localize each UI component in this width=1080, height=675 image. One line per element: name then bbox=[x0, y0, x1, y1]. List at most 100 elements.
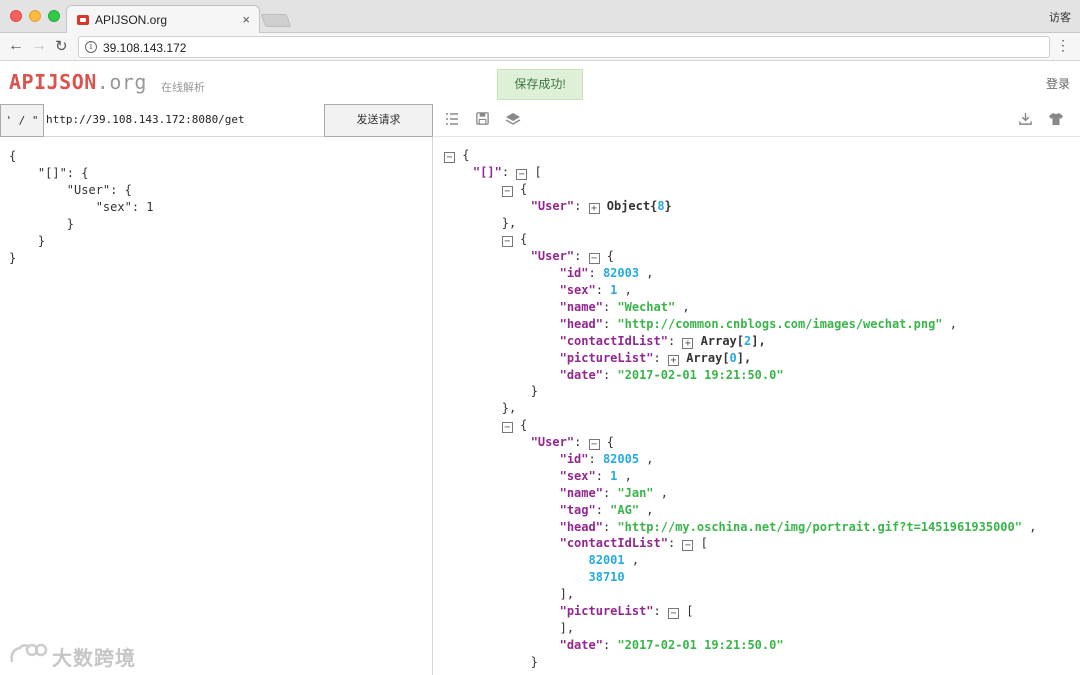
browser-titlebar: APIJSON.org × 访客 bbox=[0, 0, 1080, 34]
json-punctuation: : bbox=[588, 266, 603, 281]
watermark-logo-icon bbox=[10, 643, 48, 663]
json-summary: Object{ bbox=[599, 198, 658, 213]
sort-icon[interactable] bbox=[444, 111, 460, 130]
back-arrow-icon[interactable]: ← bbox=[8, 37, 24, 55]
request-url-input[interactable]: http://39.108.143.172:8080/get bbox=[46, 113, 245, 126]
json-summary: ], bbox=[736, 350, 752, 365]
address-url[interactable]: 39.108.143.172 bbox=[103, 41, 186, 55]
shirt-icon[interactable] bbox=[1048, 111, 1064, 130]
json-number-value: 38710 bbox=[588, 570, 625, 585]
response-line: }, bbox=[444, 215, 1036, 232]
json-punctuation: , bbox=[1021, 519, 1037, 534]
json-key: "sex" bbox=[559, 468, 596, 483]
json-number-value: 82003 bbox=[602, 266, 640, 281]
response-line: − { bbox=[444, 231, 1036, 248]
new-tab-button[interactable] bbox=[260, 14, 292, 27]
json-punctuation: : bbox=[602, 519, 618, 534]
save-icon[interactable] bbox=[475, 111, 490, 129]
request-bar: ' / " http://39.108.143.172:8080/get 发送请… bbox=[0, 104, 433, 137]
expand-toggle-icon[interactable]: + bbox=[667, 354, 679, 366]
collapse-toggle-icon[interactable]: − bbox=[667, 608, 679, 620]
json-key: "head" bbox=[559, 519, 603, 534]
response-line: "head": "http://my.oschina.net/img/portr… bbox=[444, 519, 1037, 536]
json-punctuation: ], bbox=[559, 587, 575, 602]
response-line: "[]": − [ bbox=[444, 164, 1036, 181]
response-line: "pictureList": − [ bbox=[444, 603, 1036, 620]
json-punctuation: : bbox=[602, 485, 618, 500]
forward-arrow-icon[interactable]: → bbox=[31, 37, 47, 55]
close-window-button[interactable] bbox=[10, 10, 22, 22]
quote-toggle-button[interactable]: ' / " bbox=[0, 104, 44, 137]
json-punctuation: { bbox=[599, 435, 614, 450]
json-string-value: "2017-02-01 19:21:50.0" bbox=[617, 367, 784, 382]
json-punctuation: : bbox=[602, 316, 618, 331]
collapse-toggle-icon[interactable]: − bbox=[682, 540, 694, 552]
json-punctuation: { bbox=[455, 148, 470, 162]
layers-icon[interactable] bbox=[505, 111, 521, 130]
json-number-value: 0 bbox=[729, 350, 737, 365]
site-info-icon[interactable]: i bbox=[85, 41, 97, 53]
watermark-text: 大数跨境 bbox=[52, 648, 136, 670]
browser-menu-icon[interactable]: ⋮ bbox=[1056, 37, 1070, 53]
download-icon[interactable] bbox=[1018, 111, 1033, 129]
response-line: }, bbox=[444, 400, 1036, 417]
json-summary: } bbox=[664, 198, 672, 213]
response-line: 82001 , bbox=[444, 552, 1036, 569]
json-punctuation: : bbox=[667, 333, 683, 348]
json-punctuation: { bbox=[512, 181, 528, 196]
request-json-editor[interactable]: { "[]": { "User": { "sex": 1 } } } bbox=[9, 148, 154, 267]
collapse-toggle-icon[interactable]: − bbox=[588, 253, 600, 265]
apijson-logo[interactable]: APIJSON.org bbox=[9, 70, 147, 94]
json-key: "sex" bbox=[559, 283, 596, 298]
json-punctuation: : bbox=[501, 164, 517, 179]
maximize-window-button[interactable] bbox=[48, 10, 60, 22]
json-punctuation: : bbox=[595, 283, 611, 298]
login-link[interactable]: 登录 bbox=[1046, 75, 1070, 92]
response-line: ], bbox=[444, 586, 1036, 603]
logo-suffix: .org bbox=[96, 70, 147, 94]
browser-toolbar: ← → ↻ i 39.108.143.172 ⋮ bbox=[0, 33, 1080, 61]
collapse-toggle-icon[interactable]: − bbox=[588, 439, 600, 451]
json-punctuation: : bbox=[574, 198, 589, 213]
response-json-viewer: − { "[]": − [ − { "User": + Object{8} },… bbox=[444, 147, 1036, 671]
collapse-toggle-icon[interactable]: − bbox=[516, 168, 528, 180]
json-punctuation: , bbox=[639, 266, 654, 281]
expand-toggle-icon[interactable]: + bbox=[682, 337, 694, 349]
browser-tab-apijson[interactable]: APIJSON.org × bbox=[66, 5, 260, 34]
expand-toggle-icon[interactable]: + bbox=[588, 202, 600, 214]
profile-guest-label[interactable]: 访客 bbox=[1049, 9, 1071, 25]
response-line: "tag": "AG" , bbox=[444, 502, 1036, 519]
collapse-toggle-icon[interactable]: − bbox=[444, 152, 455, 163]
json-punctuation: , bbox=[617, 468, 632, 483]
json-punctuation: : bbox=[588, 452, 603, 467]
tab-close-icon[interactable]: × bbox=[242, 12, 250, 27]
json-number-value: 8 bbox=[657, 198, 665, 213]
json-punctuation: : bbox=[574, 249, 589, 264]
address-bar[interactable]: i 39.108.143.172 bbox=[78, 36, 1050, 58]
collapse-toggle-icon[interactable]: − bbox=[501, 236, 513, 248]
reload-icon[interactable]: ↻ bbox=[55, 37, 68, 55]
json-punctuation: , bbox=[639, 452, 654, 467]
json-key: "pictureList" bbox=[559, 604, 654, 619]
response-line: "name": "Jan" , bbox=[444, 485, 1036, 502]
json-summary: Array[ bbox=[678, 350, 730, 365]
json-punctuation: [ bbox=[527, 164, 542, 179]
collapse-toggle-icon[interactable]: − bbox=[501, 185, 513, 197]
response-line: 38710 bbox=[444, 569, 1036, 586]
response-line: "sex": 1 , bbox=[444, 468, 1036, 485]
response-line: − { bbox=[444, 147, 1036, 164]
send-request-button[interactable]: 发送请求 bbox=[324, 104, 433, 137]
collapse-toggle-icon[interactable]: − bbox=[501, 422, 513, 434]
json-number-value: 82005 bbox=[602, 452, 640, 467]
json-punctuation: { bbox=[599, 249, 614, 264]
json-key: "[]" bbox=[472, 164, 502, 179]
minimize-window-button[interactable] bbox=[29, 10, 41, 22]
